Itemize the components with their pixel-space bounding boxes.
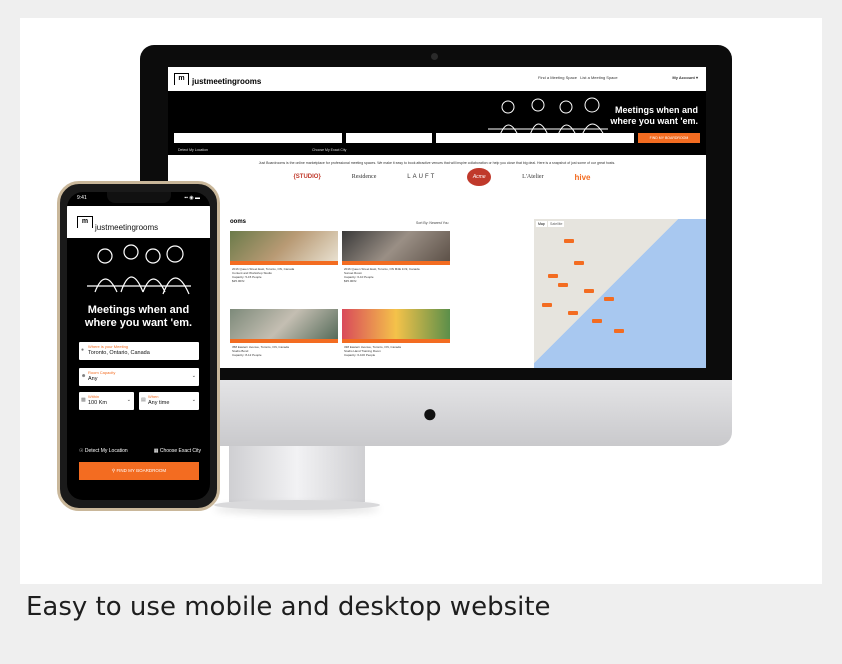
- brand-acme: Acme: [467, 168, 492, 186]
- map-pin[interactable]: [574, 261, 584, 265]
- room-photo: [342, 309, 450, 339]
- within-select[interactable]: ▩ Within 100 Km ⌄: [79, 392, 134, 410]
- chevron-down-icon: ⌄: [191, 373, 196, 379]
- desktop-search-button[interactable]: FIND MY BOARDROOM: [638, 133, 700, 143]
- detect-location-link[interactable]: ☉ Detect My Location: [79, 448, 128, 454]
- map-pin[interactable]: [592, 319, 602, 323]
- camera-icon: [431, 53, 438, 60]
- logo-icon: m: [174, 73, 189, 85]
- account-menu[interactable]: My Account ▾: [672, 75, 698, 80]
- phone-headline: Meetings when and where you want 'em.: [84, 304, 193, 329]
- desktop-hero: Meetings when and where you want 'em. FI…: [168, 91, 706, 155]
- chevron-down-icon: ⌄: [191, 397, 196, 403]
- logo-icon: m: [77, 216, 93, 228]
- imac-stand: [229, 446, 365, 502]
- sort-select[interactable]: Sort By: Nearest You: [416, 221, 449, 225]
- imac-bezel: m justmeetingrooms Find a Meeting Space …: [140, 45, 732, 380]
- desktop-date-input[interactable]: [436, 133, 634, 143]
- nav-list-space[interactable]: List a Meeting Space: [580, 75, 617, 80]
- map-pin[interactable]: [584, 289, 594, 293]
- map-pin[interactable]: [568, 311, 578, 315]
- map-tab-map[interactable]: Map: [536, 221, 547, 227]
- when-select[interactable]: ▤ When Any time ⌄: [139, 392, 199, 410]
- people-illustration-icon: [87, 244, 191, 295]
- brand-lauft: LAUFT: [407, 174, 437, 180]
- results-title: ooms: [230, 219, 247, 225]
- chevron-down-icon: ⌄: [126, 397, 131, 403]
- desktop-location-input[interactable]: [174, 133, 342, 143]
- status-icons: ▪▪ ◉ ▬: [184, 195, 200, 201]
- apple-logo-icon: ●: [422, 398, 438, 428]
- desktop-nav: Find a Meeting Space List a Meeting Spac…: [538, 75, 618, 80]
- map-pin[interactable]: [548, 274, 558, 278]
- capacity-select[interactable]: ☻ Room Capacity Any ⌄: [79, 368, 199, 386]
- results-map[interactable]: Map Satellite: [534, 219, 706, 368]
- map-pin[interactable]: [604, 297, 614, 301]
- find-boardroom-button[interactable]: ⚲ FIND MY BOARDROOM: [79, 462, 199, 480]
- brand-hive: hive: [574, 172, 591, 182]
- pin-icon: ●: [81, 347, 85, 353]
- imac-device: m justmeetingrooms Find a Meeting Space …: [140, 45, 732, 446]
- logo-text[interactable]: justmeetingrooms: [192, 77, 261, 86]
- map-tab-satellite[interactable]: Satellite: [548, 221, 565, 227]
- logo-text[interactable]: justmeetingrooms: [95, 223, 158, 232]
- choose-city-link[interactable]: ▦ Choose Exact City: [154, 448, 201, 454]
- nav-find-space[interactable]: Find a Meeting Space: [538, 75, 577, 80]
- phone-time: 9:41: [77, 195, 87, 201]
- room-photo: [342, 231, 450, 261]
- map-pin[interactable]: [542, 303, 552, 307]
- range-icon: ▩: [81, 397, 86, 403]
- map-pin[interactable]: [564, 239, 574, 243]
- people-illustration-icon: [488, 97, 608, 135]
- phone-notch: [107, 192, 171, 203]
- map-pin[interactable]: [558, 283, 568, 287]
- phone-screen: 9:41 ▪▪ ◉ ▬ m justmeetingrooms Meetings …: [67, 192, 210, 500]
- room-info: 338 Eastern Avenue, Toronto, ON, Canada …: [344, 345, 401, 357]
- phone-header: m justmeetingrooms: [67, 206, 210, 238]
- brand-row: {STUDIO} Residence LAUFT Acme L'Atelier …: [168, 165, 706, 189]
- room-photo: [230, 231, 338, 261]
- room-card[interactable]: 358 Eastern Avenue, Toronto, ON, Canada …: [230, 309, 338, 359]
- calendar-icon: ▤: [141, 397, 146, 403]
- desktop-screen: m justmeetingrooms Find a Meeting Space …: [168, 67, 706, 368]
- brand-residence: Residence: [351, 174, 377, 180]
- room-card[interactable]: 338 Eastern Avenue, Toronto, ON, Canada …: [342, 309, 450, 359]
- desktop-detect-link[interactable]: Detect My Location: [178, 148, 208, 152]
- imac-foot: [214, 500, 380, 510]
- desktop-headline: Meetings when and where you want 'em.: [610, 105, 698, 126]
- where-input[interactable]: ● Where is your Meeting Toronto, Ontario…: [79, 342, 199, 360]
- desktop-header: m justmeetingrooms Find a Meeting Space …: [168, 67, 706, 91]
- brand-studio: {STUDIO}: [293, 174, 321, 180]
- map-pin[interactable]: [614, 329, 624, 333]
- room-photo: [230, 309, 338, 339]
- imac-chin: ●: [140, 380, 732, 446]
- room-info: 2016 Queen Street East, Toronto, ON M4E …: [344, 267, 420, 283]
- brand-latelier: L'Atelier: [522, 174, 544, 180]
- room-card[interactable]: 2016 Queen Street East, Toronto, ON, Can…: [230, 231, 338, 285]
- desktop-capacity-input[interactable]: [346, 133, 432, 143]
- person-icon: ☻: [81, 373, 87, 379]
- phone-device: 9:41 ▪▪ ◉ ▬ m justmeetingrooms Meetings …: [57, 181, 220, 511]
- caption-text: Easy to use mobile and desktop website: [26, 592, 551, 622]
- room-card[interactable]: 2016 Queen Street East, Toronto, ON M4E …: [342, 231, 450, 285]
- phone-location-links: ☉ Detect My Location ▦ Choose Exact City: [79, 448, 201, 454]
- room-info: 358 Eastern Avenue, Toronto, ON, Canada …: [232, 345, 289, 357]
- desktop-city-link[interactable]: Choose My Exact City: [312, 148, 346, 152]
- room-info: 2016 Queen Street East, Toronto, ON, Can…: [232, 267, 295, 283]
